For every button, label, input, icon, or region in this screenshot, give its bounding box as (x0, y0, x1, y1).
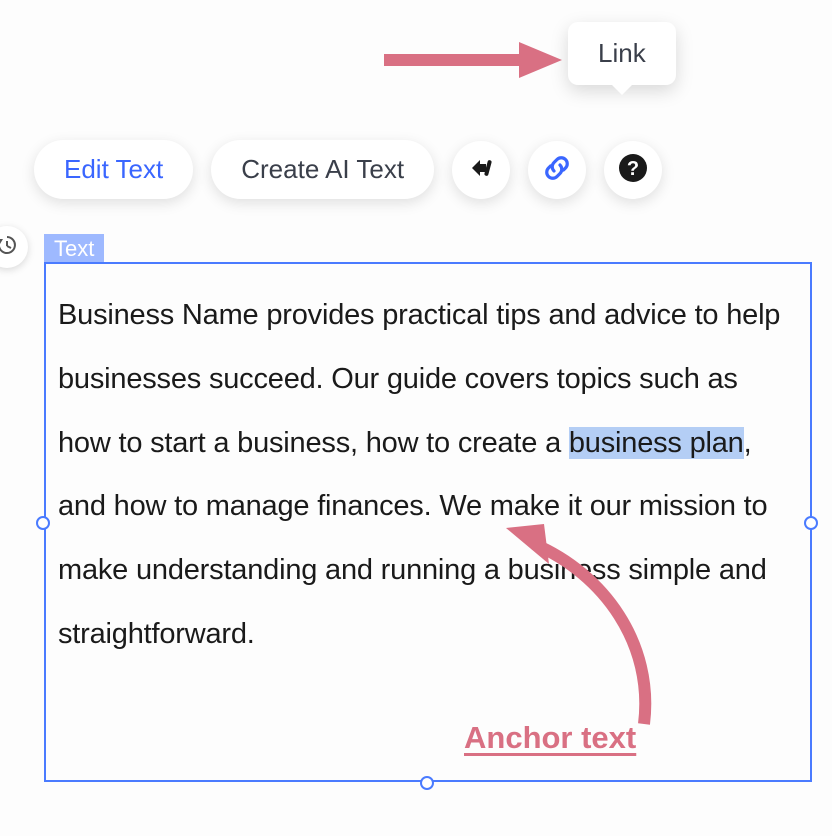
text-body-highlight: business plan (569, 427, 744, 459)
help-button[interactable]: ? (604, 141, 662, 199)
arrow-right-annotation (384, 40, 564, 80)
animation-button[interactable] (452, 141, 510, 199)
resize-handle-right[interactable] (804, 516, 818, 530)
resize-handle-left[interactable] (36, 516, 50, 530)
resize-handle-bottom[interactable] (420, 776, 434, 790)
history-button[interactable] (0, 226, 28, 268)
link-button[interactable] (528, 141, 586, 199)
history-icon (0, 233, 19, 262)
edit-text-label: Edit Text (64, 154, 163, 184)
text-element[interactable]: Business Name provides practical tips an… (44, 262, 812, 782)
help-icon: ? (617, 152, 649, 187)
animation-icon (466, 153, 496, 186)
link-icon (542, 153, 572, 186)
text-toolbar: Edit Text Create AI Text ? (34, 140, 662, 199)
create-ai-text-button[interactable]: Create AI Text (211, 140, 434, 199)
create-ai-text-label: Create AI Text (241, 154, 404, 184)
link-tooltip: Link (568, 22, 676, 85)
link-tooltip-label: Link (598, 38, 646, 68)
element-type-label: Text (44, 234, 104, 264)
anchor-text-annotation: Anchor text (464, 720, 636, 756)
edit-text-button[interactable]: Edit Text (34, 140, 193, 199)
svg-text:?: ? (627, 158, 639, 180)
text-body-after: , and how to manage finances. We make it… (58, 427, 767, 650)
